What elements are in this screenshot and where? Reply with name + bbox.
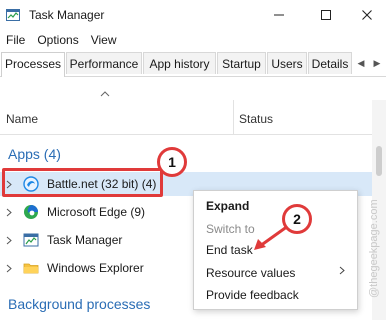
maximize-icon bbox=[321, 10, 331, 20]
sort-up-chevron-icon[interactable] bbox=[100, 91, 110, 97]
menu-item-provide-feedback[interactable]: Provide feedback bbox=[206, 288, 299, 302]
tab-startup[interactable]: Startup bbox=[217, 52, 266, 74]
process-name: Task Manager bbox=[47, 233, 123, 247]
annotation-badge-1: 1 bbox=[157, 147, 187, 177]
menu-options[interactable]: Options bbox=[31, 30, 78, 50]
maximize-button[interactable] bbox=[309, 4, 343, 26]
watermark: @thegeekpage.com bbox=[368, 199, 380, 298]
expand-chevron-icon[interactable] bbox=[6, 264, 12, 273]
expand-chevron-icon[interactable] bbox=[6, 236, 12, 245]
tab-scroll-right-button[interactable]: ▶ bbox=[370, 55, 384, 71]
task-manager-icon bbox=[23, 233, 39, 247]
task-manager-app-icon bbox=[6, 9, 20, 21]
minimize-icon bbox=[274, 14, 284, 16]
highlight-rectangle bbox=[2, 168, 163, 197]
column-divider bbox=[233, 100, 234, 134]
tab-bar: Processes Performance App history Startu… bbox=[0, 52, 386, 77]
column-header-name[interactable]: Name bbox=[6, 112, 38, 126]
close-button[interactable] bbox=[350, 4, 384, 26]
menu-file[interactable]: File bbox=[0, 30, 25, 50]
edge-icon bbox=[24, 205, 38, 219]
process-name: Microsoft Edge (9) bbox=[47, 205, 146, 219]
menu-bar: File Options View bbox=[0, 30, 123, 50]
menu-item-expand[interactable]: Expand bbox=[206, 199, 249, 213]
tab-details[interactable]: Details bbox=[308, 52, 352, 74]
minimize-button[interactable] bbox=[262, 4, 296, 26]
chevron-left-icon: ◀ bbox=[357, 57, 365, 68]
close-icon bbox=[362, 10, 372, 20]
tab-scroll-left-button[interactable]: ◀ bbox=[354, 55, 368, 71]
chevron-right-icon bbox=[339, 266, 345, 275]
folder-icon bbox=[23, 263, 39, 274]
tab-users[interactable]: Users bbox=[267, 52, 307, 74]
process-name: Windows Explorer bbox=[47, 261, 144, 275]
header-divider bbox=[0, 134, 372, 135]
chevron-right-icon: ▶ bbox=[373, 57, 381, 68]
tab-processes[interactable]: Processes bbox=[1, 52, 65, 77]
column-header-status[interactable]: Status bbox=[239, 112, 273, 126]
annotation-badge-2: 2 bbox=[282, 204, 312, 234]
window-title: Task Manager bbox=[29, 8, 105, 22]
menu-view[interactable]: View bbox=[85, 30, 117, 50]
tab-performance[interactable]: Performance bbox=[66, 52, 142, 74]
menu-item-resource-values[interactable]: Resource values bbox=[206, 266, 295, 280]
group-header-background[interactable]: Background processes bbox=[8, 296, 150, 312]
expand-chevron-icon[interactable] bbox=[6, 208, 12, 217]
watermark-text: @thegeekpage.com bbox=[368, 199, 380, 298]
group-header-apps[interactable]: Apps (4) bbox=[8, 146, 61, 162]
menu-item-end-task[interactable]: End task bbox=[206, 243, 253, 257]
tab-app-history[interactable]: App history bbox=[143, 52, 216, 74]
menu-item-switch-to: Switch to bbox=[206, 222, 255, 236]
